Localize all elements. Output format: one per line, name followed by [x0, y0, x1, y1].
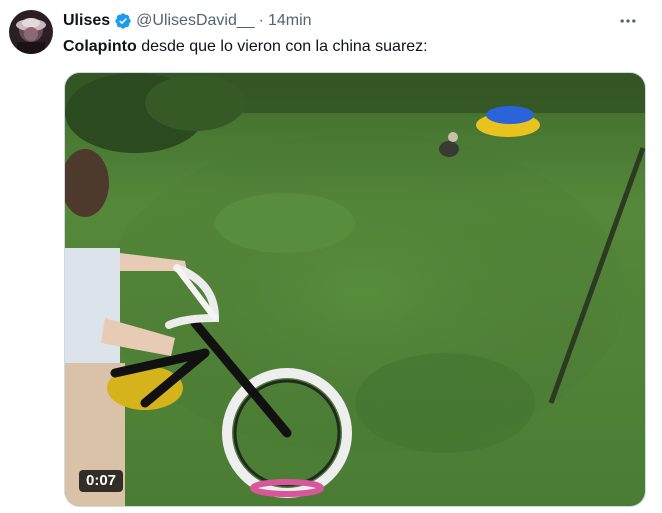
- tweet-text-bold: Colapinto: [63, 38, 137, 55]
- tweet-text-body: desde que lo vieron con la china suarez:: [136, 38, 428, 55]
- more-options-icon[interactable]: [614, 10, 642, 32]
- timestamp[interactable]: 14min: [268, 11, 312, 31]
- tweet: Ulises @UlisesDavid__ · 14min Colapinto …: [0, 0, 662, 513]
- avatar-image: [9, 10, 53, 54]
- video-player[interactable]: 0:07: [64, 72, 646, 507]
- tweet-text: Colapinto desde que lo vieron con la chi…: [63, 37, 428, 57]
- separator-dot: ·: [258, 12, 264, 29]
- avatar[interactable]: [9, 10, 53, 54]
- display-name[interactable]: Ulises: [63, 11, 110, 31]
- verified-badge-icon: [114, 12, 132, 30]
- video-duration: 0:07: [79, 470, 124, 492]
- user-handle[interactable]: @UlisesDavid__: [136, 11, 255, 31]
- video-frame: [65, 73, 645, 506]
- tweet-header: Ulises @UlisesDavid__ · 14min: [63, 10, 312, 32]
